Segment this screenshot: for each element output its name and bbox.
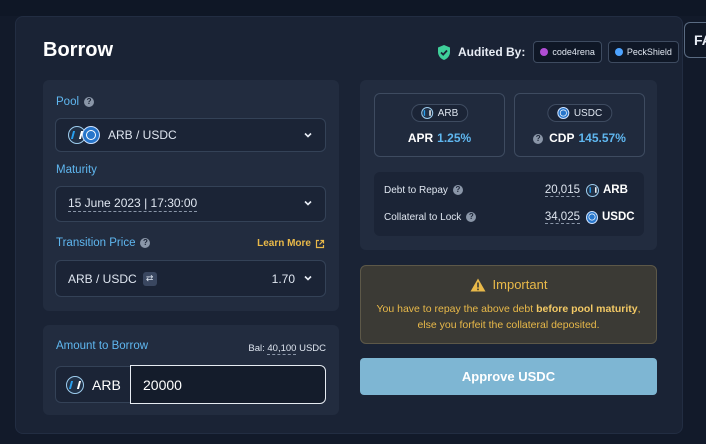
debt-value: 20,015 bbox=[544, 183, 580, 197]
usdc-token-icon bbox=[586, 210, 598, 224]
borrow-card: Borrow Audited By: code4rena PeckShield … bbox=[15, 16, 683, 434]
position-summary-panel: ARB APR 1.25% USDC ? CDP 145.57% Debt to Re… bbox=[360, 80, 657, 250]
borrow-token-selector[interactable]: ARB bbox=[55, 366, 131, 403]
pool-select[interactable]: ARB / USDC bbox=[55, 118, 326, 152]
info-icon[interactable]: ? bbox=[140, 237, 151, 248]
arb-token-icon bbox=[66, 375, 84, 394]
external-link-icon bbox=[315, 239, 325, 248]
balance-text: Bal: 40,100 USDC bbox=[248, 343, 326, 355]
learn-more-link[interactable]: Learn More bbox=[257, 238, 325, 249]
cdp-row: ? CDP 145.57% bbox=[515, 131, 644, 145]
apr-value: 1.25% bbox=[437, 131, 472, 145]
transition-price-label-row: Transition Price? bbox=[56, 237, 151, 249]
usdc-pill-label: USDC bbox=[573, 107, 603, 119]
arb-pill-label: ARB bbox=[437, 107, 459, 119]
important-text-part: You have to repay the above debt bbox=[376, 303, 537, 315]
chevron-down-icon bbox=[304, 132, 312, 138]
collateral-token: USDC bbox=[602, 211, 635, 223]
pool-value: ARB / USDC bbox=[108, 128, 177, 142]
balance-value: 40,100 bbox=[267, 343, 297, 355]
info-icon[interactable]: ? bbox=[466, 211, 477, 222]
usdc-token-pill: USDC bbox=[546, 104, 613, 122]
important-notice: Important You have to repay the above de… bbox=[360, 265, 657, 344]
maturity-label: Maturity bbox=[56, 164, 97, 176]
cdp-label: CDP bbox=[549, 131, 575, 145]
cdp-value: 145.57% bbox=[578, 131, 626, 145]
debt-token: ARB bbox=[603, 184, 628, 196]
peckshield-badge[interactable]: PeckShield bbox=[607, 41, 679, 63]
pool-label-row: Pool? bbox=[56, 96, 95, 108]
amount-label: Amount to Borrow bbox=[56, 340, 149, 352]
important-title: Important bbox=[492, 277, 548, 292]
learn-more-label: Learn More bbox=[257, 238, 311, 249]
usdc-cdp-card: USDC ? CDP 145.57% bbox=[514, 93, 645, 157]
important-text-bold: before pool maturity bbox=[536, 303, 638, 315]
page-title: Borrow bbox=[43, 39, 113, 61]
balance-label: Bal: bbox=[248, 343, 265, 354]
transition-price-label: Transition Price bbox=[56, 237, 136, 249]
collateral-label: Collateral to Lock bbox=[384, 211, 462, 223]
approve-usdc-button[interactable]: Approve USDC bbox=[360, 358, 657, 395]
chevron-down-icon bbox=[304, 275, 312, 281]
pool-label: Pool bbox=[56, 96, 80, 108]
important-title-row: Important bbox=[361, 277, 656, 292]
arb-token-icon bbox=[420, 107, 433, 119]
borrow-config-panel: Pool? ARB / USDC Maturity 15 June 2023 |… bbox=[43, 80, 339, 311]
transition-price-value: 1.70 bbox=[271, 271, 295, 286]
usdc-token-icon bbox=[556, 107, 569, 119]
arb-apr-card: ARB APR 1.25% bbox=[374, 93, 505, 157]
borrow-token-label: ARB bbox=[92, 376, 121, 393]
debt-collateral-box: Debt to Repay? 20,015 ARB Collateral to … bbox=[374, 172, 644, 236]
amount-panel: Amount to Borrow Bal: 40,100 USDC ARB bbox=[43, 325, 339, 415]
info-icon[interactable]: ? bbox=[84, 96, 95, 107]
chevron-down-icon bbox=[304, 200, 312, 206]
side-tab[interactable]: FA bbox=[684, 22, 706, 58]
apr-row: APR 1.25% bbox=[375, 131, 504, 145]
info-icon[interactable]: ? bbox=[452, 184, 463, 195]
apr-label: APR bbox=[407, 131, 434, 145]
peckshield-label: PeckShield bbox=[626, 47, 672, 57]
arb-token-pill: ARB bbox=[410, 104, 469, 122]
debt-row: Debt to Repay? 20,015 ARB bbox=[384, 181, 634, 199]
transition-pair: ARB / USDC bbox=[68, 271, 137, 286]
collateral-row: Collateral to Lock? 34,025 USDC bbox=[384, 208, 635, 226]
maturity-select[interactable]: 15 June 2023 | 17:30:00 bbox=[55, 186, 326, 222]
peckshield-logo-icon bbox=[614, 48, 623, 56]
balance-token: USDC bbox=[299, 343, 326, 354]
code4rena-logo-icon bbox=[540, 48, 549, 56]
code4rena-label: code4rena bbox=[552, 47, 595, 57]
audited-by: Audited By: code4rena PeckShield bbox=[436, 41, 679, 63]
important-text: You have to repay the above debt before … bbox=[361, 301, 656, 333]
audited-label: Audited By: bbox=[458, 45, 526, 59]
warning-icon bbox=[470, 278, 486, 291]
maturity-value: 15 June 2023 | 17:30:00 bbox=[68, 196, 198, 212]
arb-token-icon bbox=[586, 183, 599, 197]
usdc-token-icon bbox=[82, 126, 100, 144]
swap-icon[interactable]: ⇄ bbox=[142, 271, 157, 286]
code4rena-badge[interactable]: code4rena bbox=[533, 41, 602, 63]
amount-input[interactable] bbox=[130, 365, 326, 404]
shield-check-icon bbox=[438, 44, 450, 60]
transition-price-select[interactable]: ARB / USDC ⇄ 1.70 bbox=[55, 260, 326, 297]
top-backdrop bbox=[0, 0, 706, 16]
collateral-value: 34,025 bbox=[544, 210, 580, 224]
debt-label: Debt to Repay bbox=[384, 184, 448, 196]
info-icon[interactable]: ? bbox=[533, 133, 544, 144]
